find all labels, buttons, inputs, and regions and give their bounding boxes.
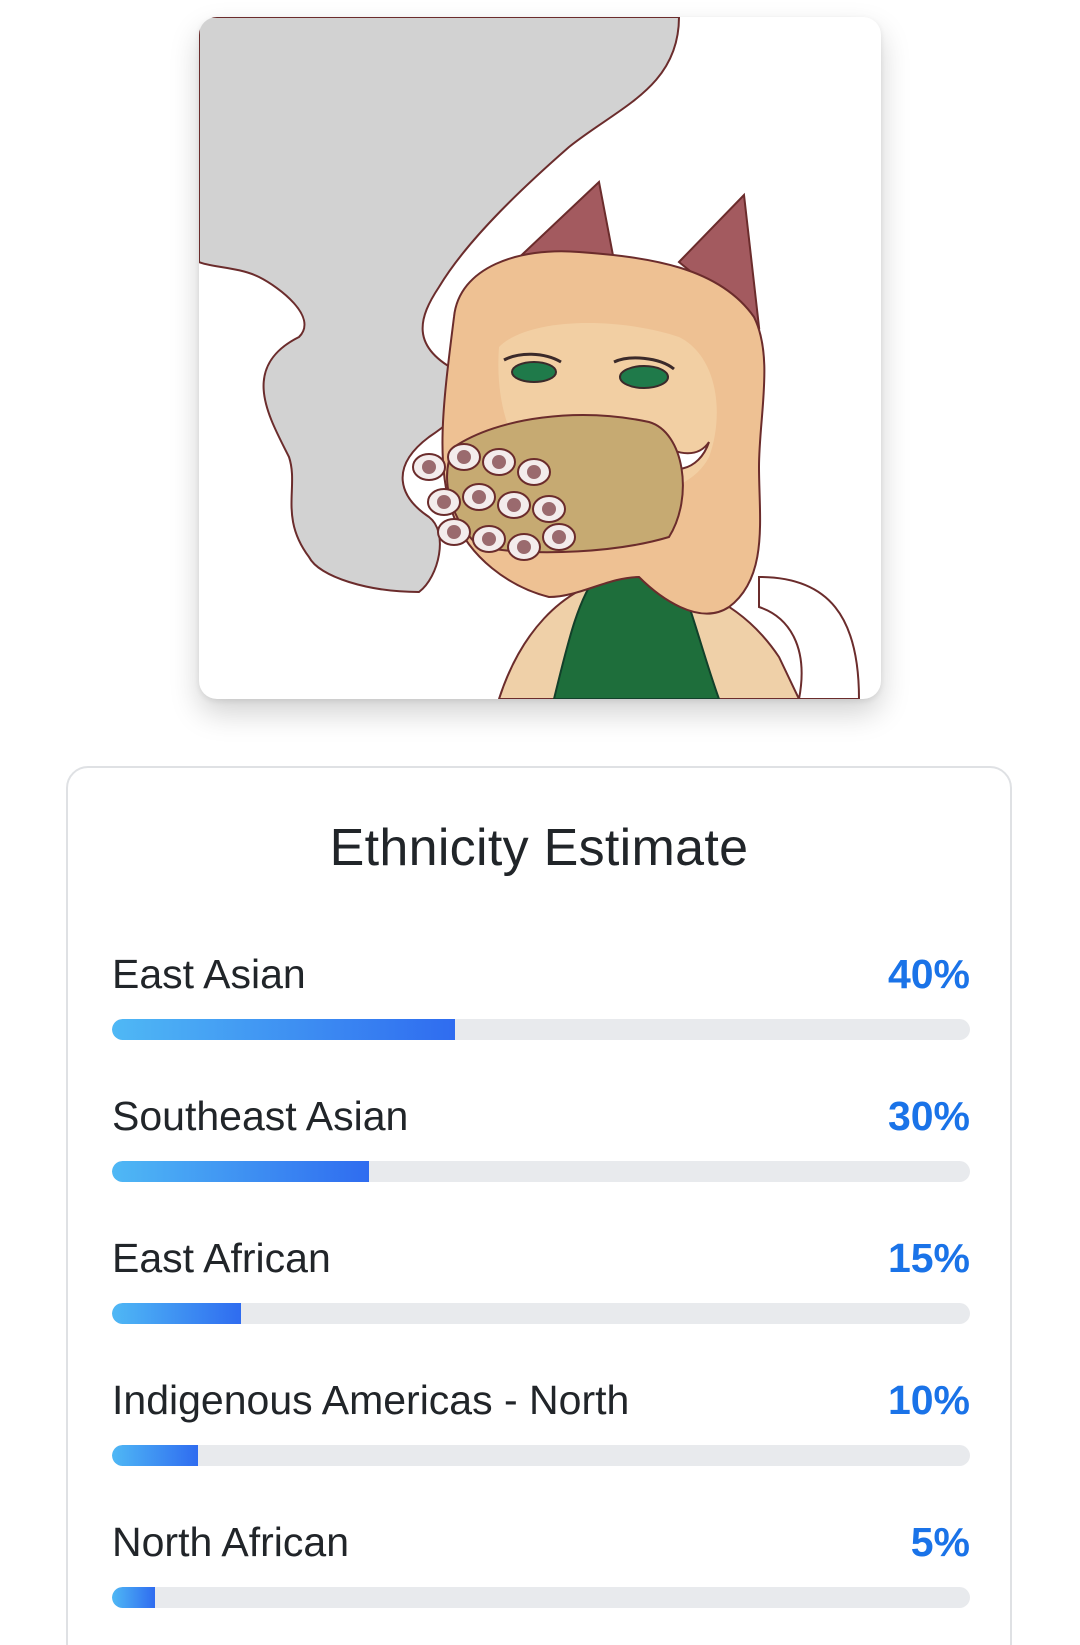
progress-track bbox=[112, 1303, 970, 1324]
progress-track bbox=[112, 1161, 970, 1182]
character-illustration bbox=[199, 17, 861, 699]
ethnicity-label: North African bbox=[112, 1519, 349, 1565]
progress-track bbox=[112, 1587, 970, 1608]
estimate-row-north-african: North African 5% bbox=[112, 1519, 970, 1619]
estimate-row-east-asian: East Asian 40% bbox=[112, 951, 970, 1051]
percentage-value: 15% bbox=[887, 1235, 970, 1281]
estimate-row-indigenous-americas-north: Indigenous Americas - North 10% bbox=[112, 1377, 970, 1477]
progress-fill bbox=[112, 1303, 241, 1324]
page: Ethnicity Estimate East Asian 40% Southe… bbox=[0, 0, 1080, 1645]
progress-track bbox=[112, 1019, 970, 1040]
percentage-value: 30% bbox=[887, 1093, 970, 1139]
progress-track bbox=[112, 1445, 970, 1466]
progress-fill bbox=[112, 1161, 370, 1182]
ethnicity-label: Indigenous Americas - North bbox=[112, 1377, 630, 1423]
progress-fill bbox=[112, 1019, 456, 1040]
uploaded-image bbox=[199, 17, 881, 699]
estimate-row-east-african: East African 15% bbox=[112, 1235, 970, 1335]
ethnicity-label: East Asian bbox=[112, 951, 306, 997]
percentage-value: 5% bbox=[910, 1519, 970, 1565]
progress-fill bbox=[112, 1587, 155, 1608]
percentage-value: 40% bbox=[887, 951, 970, 997]
progress-fill bbox=[112, 1445, 198, 1466]
card-title: Ethnicity Estimate bbox=[329, 819, 749, 877]
ethnicity-label: East African bbox=[112, 1235, 331, 1281]
estimate-row-southeast-asian: Southeast Asian 30% bbox=[112, 1093, 970, 1193]
ethnicity-estimate-card: Ethnicity Estimate East Asian 40% Southe… bbox=[66, 766, 1012, 1645]
percentage-value: 10% bbox=[887, 1377, 970, 1423]
ethnicity-label: Southeast Asian bbox=[112, 1093, 409, 1139]
